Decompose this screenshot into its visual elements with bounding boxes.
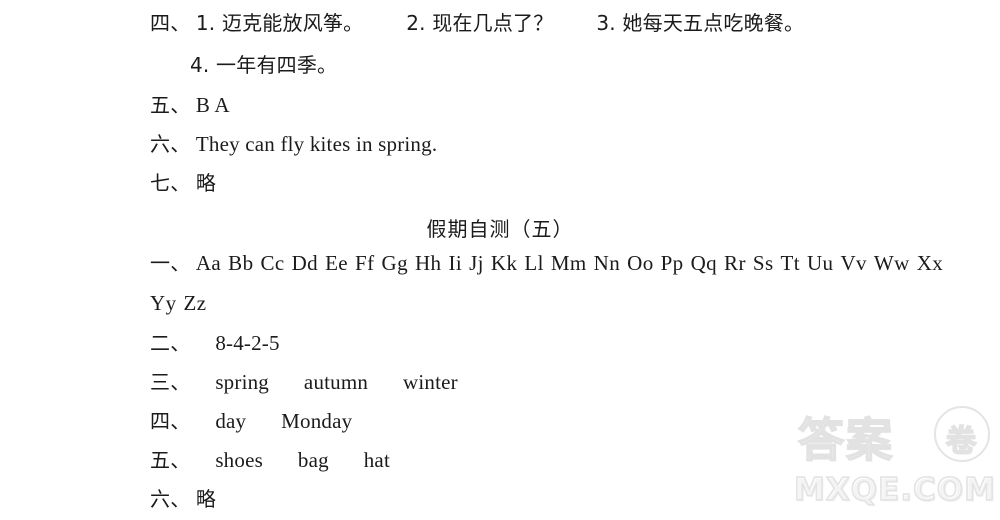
answer-line-3: 三、 spring autumn winter xyxy=(150,372,458,393)
answer-text: 略 xyxy=(195,171,217,195)
answer-line-7: 七、 略 xyxy=(150,173,216,194)
alphabet-pair: Ss xyxy=(752,251,774,275)
answer-line-1-continuation: Yy Zz xyxy=(150,293,213,314)
item-marker: 五、 xyxy=(150,93,191,117)
answer-line-4b: 四、 day Monday xyxy=(150,411,352,432)
answer-word: bag xyxy=(297,448,329,472)
alphabet-pair: Hh xyxy=(414,251,442,275)
answer-word: day xyxy=(215,409,247,433)
alphabet-pair: Mm xyxy=(550,251,587,275)
answer-line-6: 六、 They can fly kites in spring. xyxy=(150,134,437,155)
alphabet-pair: Zz xyxy=(183,291,207,315)
alphabet-pair: Aa xyxy=(195,251,222,275)
answer-part-4: 4. 一年有四季。 xyxy=(190,53,338,77)
answer-part-3: 3. 她每天五点吃晚餐。 xyxy=(596,11,805,35)
watermark: 答案 卷 MXQE.COM xyxy=(792,402,996,512)
item-marker: 四、 xyxy=(150,11,191,35)
watermark-circle-icon xyxy=(934,406,990,462)
alphabet-pair: Nn xyxy=(593,251,621,275)
item-marker: 一、 xyxy=(150,251,191,275)
item-marker: 六、 xyxy=(150,487,191,511)
document-page: 四、 1. 迈克能放风筝。 2. 现在几点了？ 3. 她每天五点吃晚餐。 4. … xyxy=(0,0,1000,520)
alphabet-pair: Dd xyxy=(291,251,319,275)
alphabet-pair: Pp xyxy=(660,251,684,275)
alphabet-sequence: Aa Bb Cc Dd Ee Ff Gg Hh Ii Jj Kk Ll Mm Nn Oo Pp Qq Rr Ss Tt… xyxy=(196,251,950,275)
answer-word: hat xyxy=(363,448,390,472)
answer-text: 略 xyxy=(195,487,217,511)
alphabet-sequence-wrap: Yy Zz xyxy=(150,291,213,315)
answer-word: Monday xyxy=(281,409,353,433)
answer-text: 8-4-2-5 xyxy=(215,331,280,355)
watermark-circled-char: 卷 xyxy=(945,423,978,460)
alphabet-pair: Qq xyxy=(690,251,718,275)
alphabet-pair: Cc xyxy=(260,251,285,275)
answer-part-2: 2. 现在几点了？ xyxy=(406,11,554,35)
alphabet-pair: Ff xyxy=(355,251,375,275)
alphabet-pair: Bb xyxy=(228,251,254,275)
answer-line-4-continuation: 4. 一年有四季。 xyxy=(190,55,337,76)
alphabet-pair: Xx xyxy=(916,251,944,275)
alphabet-pair: Rr xyxy=(724,251,746,275)
alphabet-pair: Tt xyxy=(780,251,800,275)
alphabet-pair: Ll xyxy=(524,251,544,275)
watermark-cjk-text: 答案 xyxy=(797,412,894,468)
answer-word: winter xyxy=(403,370,458,394)
answer-word: autumn xyxy=(303,370,369,394)
answer-word: shoes xyxy=(215,448,263,472)
alphabet-pair: Jj xyxy=(469,251,484,275)
alphabet-pair: Vv xyxy=(840,251,867,275)
alphabet-pair: Yy xyxy=(150,291,177,315)
item-marker: 三、 xyxy=(150,370,191,394)
item-marker: 六、 xyxy=(150,132,191,156)
alphabet-pair: Uu xyxy=(806,251,834,275)
alphabet-pair: Ww xyxy=(873,251,910,275)
answer-text: They can fly kites in spring. xyxy=(195,132,438,156)
answer-line-4: 四、 1. 迈克能放风筝。 2. 现在几点了？ 3. 她每天五点吃晚餐。 xyxy=(150,13,804,34)
alphabet-pair: Oo xyxy=(627,251,654,275)
item-marker: 五、 xyxy=(150,448,191,472)
answer-word: spring xyxy=(215,370,270,394)
item-marker: 七、 xyxy=(150,171,191,195)
alphabet-pair: Ii xyxy=(448,251,463,275)
alphabet-pair: Ee xyxy=(325,251,349,275)
item-marker: 四、 xyxy=(150,409,191,433)
answer-line-6b: 六、 略 xyxy=(150,489,216,510)
item-marker: 二、 xyxy=(150,331,191,355)
answer-text: B A xyxy=(195,93,230,117)
answer-line-1: 一、 Aa Bb Cc Dd Ee Ff Gg Hh Ii Jj Kk Ll Mm Nn Oo Pp Qq Rr S… xyxy=(150,253,950,274)
answer-line-5b: 五、 shoes bag hat xyxy=(150,450,390,471)
alphabet-pair: Gg xyxy=(381,251,408,275)
answer-part-1: 1. 迈克能放风筝。 xyxy=(195,11,364,35)
section-title: 假期自测（五） xyxy=(426,217,574,241)
answer-line-2: 二、 8-4-2-5 xyxy=(150,333,280,354)
answer-line-5: 五、 B A xyxy=(150,95,230,116)
watermark-domain: MXQE.COM xyxy=(793,471,997,509)
alphabet-pair: Kk xyxy=(490,251,518,275)
